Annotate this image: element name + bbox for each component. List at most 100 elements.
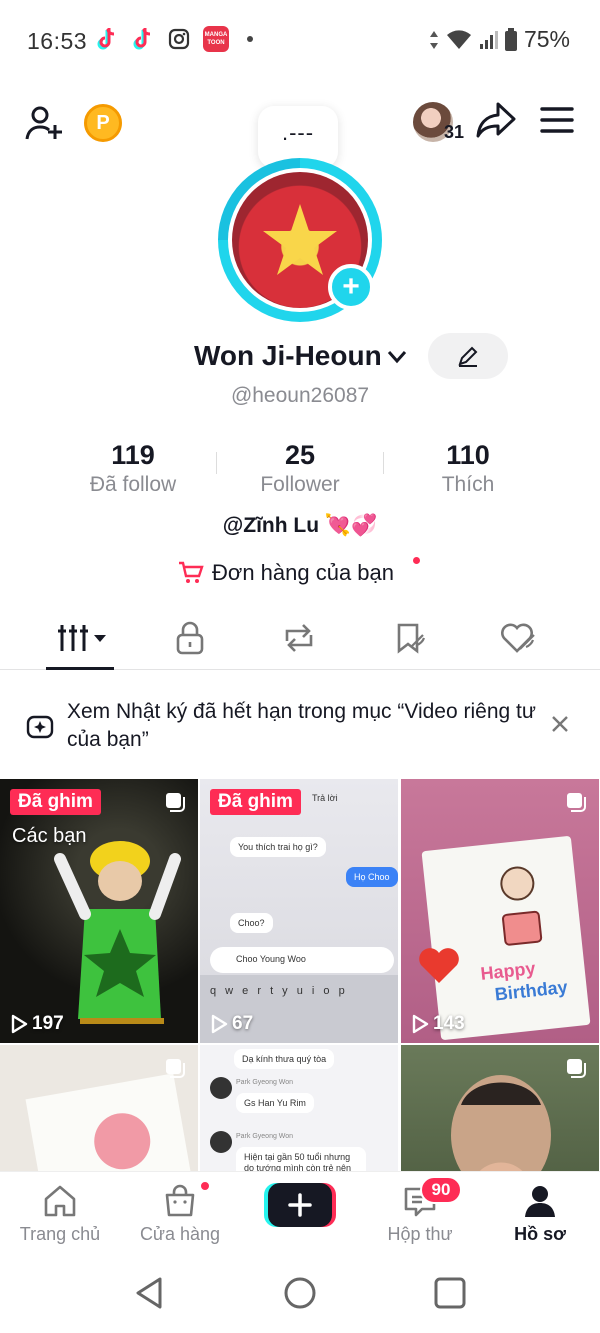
add-friend-button[interactable] — [24, 103, 64, 143]
stat-likes[interactable]: 110 Thích — [383, 440, 553, 497]
view-count-value: 143 — [433, 1013, 465, 1034]
view-count: 197 — [10, 1013, 64, 1035]
menu-button[interactable] — [540, 106, 574, 134]
bottom-nav: Trang chủ Cửa hàng Hộp thư 90 Hồ sơ — [0, 1171, 600, 1253]
stat-value: 119 — [111, 440, 155, 470]
tab-videos[interactable] — [52, 618, 112, 658]
heart-sticker — [419, 948, 459, 983]
sparkle-icon — [26, 715, 54, 739]
view-count: 67 — [210, 1013, 253, 1035]
edit-profile-button[interactable] — [428, 333, 508, 379]
chevron-down-icon[interactable] — [386, 348, 408, 366]
tab-private[interactable] — [160, 618, 220, 658]
chat-bubble: Hiện tại gần 50 tuổi nhưng do tướng mình… — [236, 1147, 366, 1171]
nav-label: Cửa hàng — [139, 1224, 221, 1244]
mangatoon-icon: MANGA TOON — [203, 26, 229, 52]
wifi-icon — [446, 29, 471, 49]
profile-icon — [525, 1186, 555, 1217]
pinned-badge: Đã ghim — [10, 789, 101, 815]
nav-label: Trang chủ — [19, 1224, 101, 1244]
nav-shop[interactable]: Cửa hàng — [120, 1182, 240, 1245]
active-tab-indicator — [46, 667, 114, 670]
create-icon — [264, 1183, 336, 1227]
view-count-value: 67 — [232, 1013, 254, 1034]
home-circle-icon[interactable] — [282, 1275, 318, 1311]
coin-button[interactable]: P — [84, 104, 122, 142]
tab-reposts[interactable] — [269, 618, 329, 658]
signal-icon — [479, 30, 498, 49]
system-nav-bar — [0, 1253, 600, 1333]
status-right: 75% — [428, 26, 570, 53]
hamburger-icon — [540, 107, 574, 133]
bookmark-icon — [397, 623, 426, 654]
video-thumbnail[interactable]: Happy Birthday 143 — [401, 779, 599, 1043]
stat-following[interactable]: 119 Đã follow — [48, 440, 218, 497]
add-user-icon — [25, 106, 62, 140]
chat-sender: Park Gyeong Won — [236, 1133, 294, 1140]
chat-bubble: Dạ kính thưa quý tòa — [234, 1049, 335, 1069]
view-count-value: 197 — [32, 1013, 64, 1034]
create-button[interactable] — [264, 1181, 336, 1229]
share-button[interactable] — [474, 100, 518, 140]
video-caption: Các bạn — [12, 825, 87, 847]
stat-followers[interactable]: 25 Follower — [215, 440, 385, 497]
notification-dot — [199, 1180, 211, 1192]
chat-avatar — [210, 1077, 232, 1099]
data-arrows-icon — [429, 30, 438, 49]
recents-icon[interactable] — [432, 1275, 468, 1311]
profile-bio[interactable]: @Zĩnh Lu 💘💞 — [0, 514, 600, 538]
inbox-badge: 90 — [420, 1176, 462, 1204]
stat-label: Thích — [441, 473, 495, 496]
battery-icon — [504, 27, 517, 51]
tiktok-icon — [95, 26, 119, 52]
back-icon[interactable] — [132, 1275, 168, 1311]
expired-diary-notice[interactable]: Xem Nhật ký đã hết hạn trong mục “Video … — [0, 672, 600, 778]
battery-percent: 75% — [523, 26, 570, 52]
bio-emoji: 💘💞 — [324, 514, 378, 537]
multi-photo-icon — [166, 1059, 185, 1078]
profile-name[interactable]: Won Ji-Heoun — [194, 340, 382, 372]
notification-icons: MANGA TOON — [95, 26, 253, 52]
shop-icon — [165, 1184, 195, 1217]
nav-home[interactable]: Trang chủ — [0, 1182, 120, 1245]
nav-profile[interactable]: Hồ sơ — [480, 1182, 600, 1245]
pinned-badge: Đã ghim — [210, 789, 301, 815]
notebook-image: Happy Birthday — [421, 835, 591, 1041]
video-thumbnail[interactable]: Dạ kính thưa quý tòa Park Gyeong Won Gs … — [200, 1045, 398, 1171]
repost-icon — [285, 624, 313, 652]
play-icon — [211, 1014, 228, 1034]
share-icon — [476, 102, 516, 138]
stat-value: 25 — [284, 440, 316, 470]
video-thumbnail[interactable]: Trả lời You thích trai họ gì? Họ Choo Ch… — [200, 779, 398, 1043]
grid-icon — [58, 625, 106, 651]
tab-liked[interactable] — [489, 618, 549, 658]
orders-link[interactable]: Đơn hàng của bạn — [178, 558, 394, 588]
dot-icon — [247, 36, 253, 42]
notice-text: Xem Nhật ký đã hết hạn trong mục “Video … — [67, 700, 536, 751]
video-thumbnail[interactable] — [401, 1045, 599, 1171]
chat-input: Choo Young Woo — [210, 947, 394, 973]
orders-label: Đơn hàng của bạn — [212, 560, 395, 585]
bio-mention[interactable]: @Zĩnh Lu — [223, 514, 319, 537]
profile-tabs — [0, 610, 600, 670]
view-count: 143 — [411, 1013, 465, 1035]
close-icon[interactable] — [548, 712, 572, 736]
add-story-button[interactable]: + — [328, 264, 374, 310]
tab-favorites[interactable] — [380, 618, 440, 658]
chat-bubble: Họ Choo — [346, 867, 398, 887]
home-icon — [44, 1185, 76, 1217]
play-icon — [11, 1014, 28, 1034]
chat-bubble: You thích trai họ gì? — [230, 837, 326, 857]
video-thumbnail[interactable]: Đã ghim Các bạn 197 — [0, 779, 198, 1043]
multi-photo-icon — [567, 793, 586, 812]
star-icon — [263, 204, 337, 275]
stat-value: 110 — [446, 440, 490, 470]
video-thumbnail[interactable] — [0, 1045, 198, 1171]
multi-photo-icon — [567, 1059, 586, 1078]
friend-count: 31 — [444, 122, 465, 142]
chat-avatar — [210, 1131, 232, 1153]
stat-label: Follower — [260, 473, 340, 496]
heart-icon — [501, 623, 535, 653]
instagram-icon — [167, 26, 191, 52]
lock-icon — [176, 621, 204, 655]
